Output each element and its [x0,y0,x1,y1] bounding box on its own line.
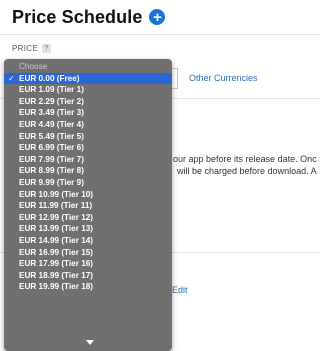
plus-circle-icon[interactable]: + [149,9,166,25]
price-label: PRICE [12,44,38,53]
dropdown-option[interactable]: EUR 4.49 (Tier 4) [4,119,172,131]
page-title: Price Schedule [12,6,143,27]
dropdown-option-label: EUR 19.99 (Tier 18) [19,282,94,292]
dropdown-option-label: EUR 16.99 (Tier 15) [19,247,94,257]
dropdown-option[interactable]: EUR 17.99 (Tier 16) [4,258,172,270]
edit-link[interactable]: Edit [172,285,188,295]
dropdown-option[interactable]: EUR 13.99 (Tier 13) [4,223,172,235]
dropdown-option[interactable]: EUR 7.99 (Tier 7) [4,154,172,166]
dropdown-option-label: EUR 17.99 (Tier 16) [19,259,94,269]
description-text-line2: will be charged before download. A [177,166,317,176]
description-text-line1: our app before its release date. Onc [173,154,317,164]
dropdown-option[interactable]: ✓ EUR 0.00 (Free) [4,72,172,85]
dropdown-option-label: EUR 5.49 (Tier 5) [19,131,84,141]
dropdown-option[interactable]: EUR 11.99 (Tier 11) [4,200,172,212]
dropdown-option-label: EUR 7.99 (Tier 7) [19,154,84,164]
dropdown-option[interactable]: EUR 8.99 (Tier 8) [4,165,172,177]
dropdown-option[interactable]: EUR 1.09 (Tier 1) [4,84,172,96]
dropdown-option[interactable]: EUR 14.99 (Tier 14) [4,235,172,247]
dropdown-option-label: EUR 4.49 (Tier 4) [19,119,84,129]
dropdown-option[interactable]: EUR 18.99 (Tier 17) [4,270,172,282]
dropdown-option-label: EUR 14.99 (Tier 14) [19,235,94,245]
dropdown-option[interactable]: EUR 12.99 (Tier 12) [4,212,172,224]
dropdown-option-label: EUR 3.49 (Tier 3) [19,108,84,118]
dropdown-option[interactable]: EUR 19.99 (Tier 18) [4,281,172,293]
dropdown-option-label: EUR 9.99 (Tier 9) [19,177,84,187]
dropdown-option-label: EUR 8.99 (Tier 8) [19,166,84,176]
dropdown-option-label: EUR 10.99 (Tier 10) [19,189,94,199]
dropdown-option[interactable]: EUR 16.99 (Tier 15) [4,247,172,259]
dropdown-option[interactable]: EUR 5.49 (Tier 5) [4,131,172,143]
page-header: Price Schedule + [12,4,166,30]
dropdown-option[interactable]: EUR 2.29 (Tier 2) [4,96,172,108]
header-divider [0,34,320,35]
dropdown-option-label: EUR 2.29 (Tier 2) [19,96,84,106]
dropdown-option-label: EUR 13.99 (Tier 13) [19,224,94,234]
other-currencies-link[interactable]: Other Currencies [189,73,258,83]
dropdown-option-label: EUR 0.00 (Free) [19,73,80,83]
dropdown-option-label: EUR 12.99 (Tier 12) [19,212,94,222]
dropdown-option[interactable]: EUR 9.99 (Tier 9) [4,177,172,189]
scroll-down-arrow-icon[interactable] [86,340,94,345]
dropdown-option-label: EUR 11.99 (Tier 11) [19,201,93,211]
price-section-label: PRICE ? [12,44,51,53]
checkmark-icon: ✓ [8,73,15,83]
price-dropdown-menu[interactable]: Choose ✓ EUR 0.00 (Free) EUR 1.09 (Tier 1)… [4,59,172,351]
dropdown-option[interactable]: EUR 6.99 (Tier 6) [4,142,172,154]
dropdown-option[interactable]: EUR 3.49 (Tier 3) [4,107,172,119]
dropdown-option-label: EUR 1.09 (Tier 1) [19,85,84,95]
dropdown-option-label: EUR 6.99 (Tier 6) [19,143,84,153]
dropdown-option[interactable]: EUR 10.99 (Tier 10) [4,189,172,201]
dropdown-placeholder: Choose [19,62,48,71]
help-icon[interactable]: ? [41,44,51,53]
dropdown-option-label: EUR 18.99 (Tier 17) [19,270,94,280]
